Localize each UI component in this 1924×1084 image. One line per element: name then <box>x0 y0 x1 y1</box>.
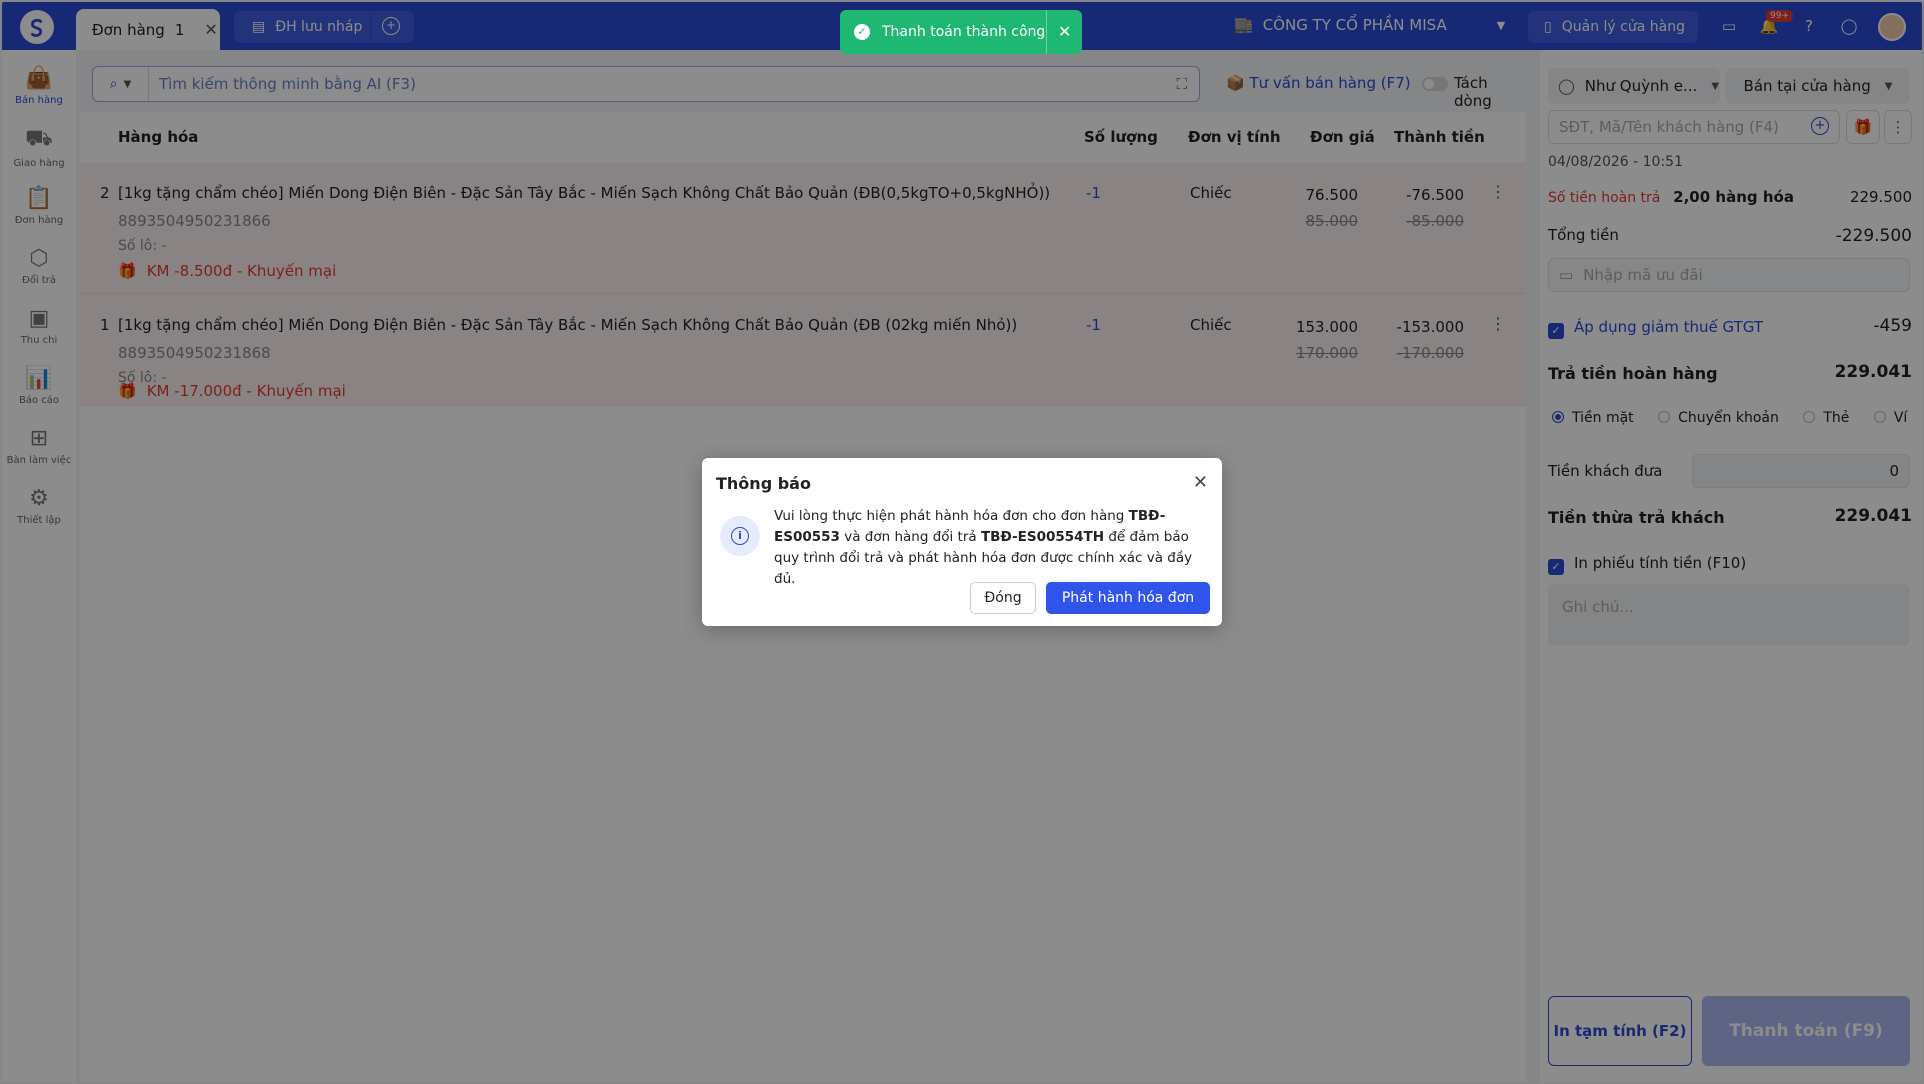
msg-text: và đơn hàng đổi trả <box>839 529 981 545</box>
dialog-message: Vui lòng thực hiện phát hành hóa đơn cho… <box>774 506 1210 590</box>
toast-message: Thanh toán thành công <box>882 24 1046 40</box>
close-icon[interactable]: ✕ <box>1193 472 1208 493</box>
notification-dialog: Thông báo ✕ i Vui lòng thực hiện phát hà… <box>702 458 1222 626</box>
check-circle-icon: ✓ <box>854 24 870 40</box>
msg-text: Vui lòng thực hiện phát hành hóa đơn cho… <box>774 508 1129 524</box>
close-button[interactable]: Đóng <box>970 582 1036 614</box>
return-code: TBĐ-ES00554TH <box>980 529 1105 545</box>
success-toast: ✓ Thanh toán thành công ✕ <box>840 10 1082 54</box>
toast-divider <box>1046 10 1047 54</box>
dialog-title: Thông báo <box>716 474 811 493</box>
close-icon[interactable]: ✕ <box>1058 22 1071 41</box>
issue-invoice-button[interactable]: Phát hành hóa đơn <box>1046 582 1210 614</box>
info-icon: i <box>720 516 760 556</box>
